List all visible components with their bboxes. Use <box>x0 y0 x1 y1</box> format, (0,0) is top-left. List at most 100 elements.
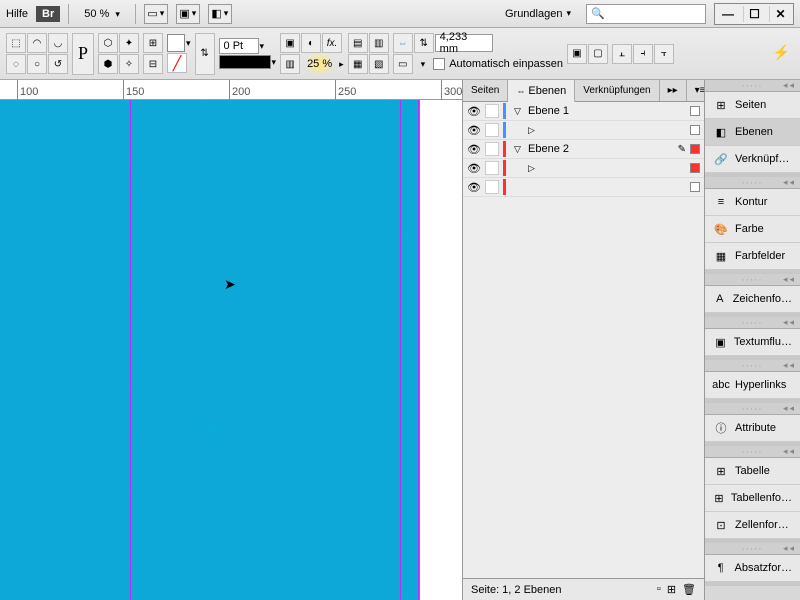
dock-item-seiten[interactable]: ⊞Seiten <box>705 92 800 119</box>
layer-row[interactable]: 👁 ▽ Ebene 1 <box>463 102 704 121</box>
workspace-dropdown[interactable]: Grundlagen ▾ <box>498 5 578 23</box>
wrap-icon[interactable]: ▥ <box>369 33 389 53</box>
horizontal-ruler[interactable]: 100 150 200 250 300 <box>0 80 462 100</box>
panel-collapse-icon[interactable]: ▸▸ <box>660 80 687 101</box>
expand-arrow-icon[interactable]: ◂◂ <box>783 446 796 457</box>
visibility-eye-icon[interactable]: 👁 <box>467 104 481 118</box>
dock-item-attribute[interactable]: ⓘAttribute <box>705 415 800 442</box>
stroke-style[interactable] <box>219 55 271 69</box>
expand-arrow-icon[interactable]: ◂◂ <box>783 177 796 188</box>
layer-name[interactable]: Ebene 2 <box>528 143 674 155</box>
selection-square[interactable] <box>690 163 700 173</box>
disclosure-icon[interactable]: ▷ <box>528 163 538 174</box>
new-layer-icon[interactable]: ⊞ <box>667 583 676 596</box>
dock-drag-handle[interactable]: ∙∙∙∙∙◂◂ <box>705 543 800 555</box>
dock-item-farbfelder[interactable]: ▦Farbfelder <box>705 243 800 270</box>
tool-icon[interactable]: ↺ <box>48 54 68 74</box>
tool-icon[interactable]: ◌ <box>6 54 26 74</box>
layer-row[interactable]: 👁▷ <box>463 159 704 178</box>
dock-item-absatzfor[interactable]: ¶Absatzfor… <box>705 555 800 582</box>
disclosure-icon[interactable]: ▽ <box>514 144 524 155</box>
layer-list[interactable]: 👁▽Ebene 1👁▷👁▽Ebene 2✎👁▷👁 <box>463 102 704 578</box>
dock-item-verknpf[interactable]: 🔗Verknüpf… <box>705 146 800 173</box>
expand-arrow-icon[interactable]: ◂◂ <box>783 80 796 91</box>
tool-icon[interactable]: ⊞ <box>143 33 163 53</box>
tab-links[interactable]: Verknüpfungen <box>575 80 659 101</box>
disclosure-icon[interactable]: ▽ <box>514 106 524 117</box>
fit-icon[interactable]: ▭ <box>393 54 413 74</box>
dock-drag-handle[interactable]: ∙∙∙∙∙◂◂ <box>705 446 800 458</box>
tool-icon[interactable]: ⊟ <box>143 54 163 74</box>
layer-row[interactable]: 👁▽Ebene 2✎ <box>463 140 704 159</box>
align-icon[interactable]: ⫞ <box>633 44 653 64</box>
frame-icon[interactable]: ▣ <box>567 44 587 64</box>
tool-icon[interactable]: ⬢ <box>98 54 118 74</box>
zoom-dropdown[interactable]: 50 % <box>77 5 127 23</box>
selection-square[interactable] <box>690 182 700 192</box>
expand-arrow-icon[interactable]: ◂◂ <box>783 317 796 328</box>
selection-square[interactable] <box>690 125 700 135</box>
fx-label-icon[interactable]: fx. <box>322 33 342 53</box>
dock-item-ebenen[interactable]: ◧Ebenen <box>705 119 800 146</box>
paragraph-icon[interactable]: P <box>72 33 94 75</box>
fx-icon[interactable]: ▣ <box>280 33 300 53</box>
stepper-icon[interactable]: ⇅ <box>414 33 434 53</box>
dock-drag-handle[interactable]: ∙∙∙∙∙◂◂ <box>705 177 800 189</box>
document-canvas[interactable] <box>0 100 430 600</box>
bridge-badge[interactable]: Br <box>36 6 60 22</box>
tool-icon[interactable]: ✦ <box>119 33 139 53</box>
layer-name[interactable]: Ebene 1 <box>528 105 686 117</box>
selection-square[interactable] <box>690 144 700 154</box>
tab-pages[interactable]: Seiten <box>463 80 508 101</box>
guide-vertical[interactable] <box>130 100 131 600</box>
tool-icon[interactable]: ⬚ <box>6 33 26 53</box>
dock-item-kontur[interactable]: ≡Kontur <box>705 189 800 216</box>
screen-mode-icon[interactable]: ▣ <box>176 4 200 24</box>
expand-arrow-icon[interactable]: ◂◂ <box>783 403 796 414</box>
delete-icon[interactable]: 🗑 <box>682 583 696 596</box>
opacity-value[interactable]: 25 % <box>307 58 332 70</box>
expand-arrow-icon[interactable]: ◂◂ <box>783 274 796 285</box>
lock-toggle[interactable] <box>485 142 499 156</box>
layer-row[interactable]: 👁 <box>463 178 704 197</box>
frame-icon[interactable]: ▢ <box>588 44 608 64</box>
visibility-eye-icon[interactable]: 👁 <box>467 161 481 175</box>
dock-drag-handle[interactable]: ∙∙∙∙∙◂◂ <box>705 274 800 286</box>
dock-item-zellenfor[interactable]: ⊡Zellenfor… <box>705 512 800 539</box>
lock-toggle[interactable] <box>485 123 499 137</box>
maximize-button[interactable]: ☐ <box>743 6 765 22</box>
close-button[interactable]: ✕ <box>769 6 791 22</box>
tool-icon[interactable]: ✧ <box>119 54 139 74</box>
dock-drag-handle[interactable]: ∙∙∙∙∙◂◂ <box>705 80 800 92</box>
minimize-button[interactable]: — <box>717 6 739 22</box>
layer-row[interactable]: 👁▷ <box>463 121 704 140</box>
align-icon[interactable]: ⫠ <box>612 44 632 64</box>
bolt-icon[interactable]: ⚡ <box>773 44 790 61</box>
visibility-eye-icon[interactable]: 👁 <box>467 123 481 137</box>
measure-icon[interactable]: ⇔ <box>393 33 413 53</box>
expand-arrow-icon[interactable]: ◂◂ <box>783 543 796 554</box>
align-icon[interactable]: ⫟ <box>654 44 674 64</box>
stepper-icon[interactable]: ⇅ <box>195 33 215 75</box>
wrap-icon[interactable]: ▧ <box>369 54 389 74</box>
arrange-icon[interactable]: ◧ <box>208 4 232 24</box>
canvas-area[interactable]: 100 150 200 250 300 <box>0 80 462 600</box>
dock-drag-handle[interactable]: ∙∙∙∙∙◂◂ <box>705 317 800 329</box>
wrap-icon[interactable]: ▤ <box>348 33 368 53</box>
dock-item-textumflu[interactable]: ▣Textumflu… <box>705 329 800 356</box>
tool-icon[interactable]: ◡ <box>48 33 68 53</box>
new-page-icon[interactable]: ▫ <box>657 583 661 596</box>
dock-drag-handle[interactable]: ∙∙∙∙∙◂◂ <box>705 403 800 415</box>
view-options-icon[interactable]: ▭ <box>144 4 168 24</box>
tool-icon[interactable]: ◠ <box>27 33 47 53</box>
opacity-icon[interactable]: ▥ <box>280 54 300 74</box>
tab-layers[interactable]: ⇔Ebenen <box>508 80 575 102</box>
lock-toggle[interactable] <box>485 104 499 118</box>
dock-item-farbe[interactable]: 🎨Farbe <box>705 216 800 243</box>
lock-toggle[interactable] <box>485 180 499 194</box>
tool-icon[interactable]: ⬡ <box>98 33 118 53</box>
disclosure-icon[interactable]: ▷ <box>528 125 538 136</box>
menu-help[interactable]: Hilfe <box>6 8 28 20</box>
lock-toggle[interactable] <box>485 161 499 175</box>
stroke-weight-input[interactable]: 0 Pt <box>219 38 259 54</box>
